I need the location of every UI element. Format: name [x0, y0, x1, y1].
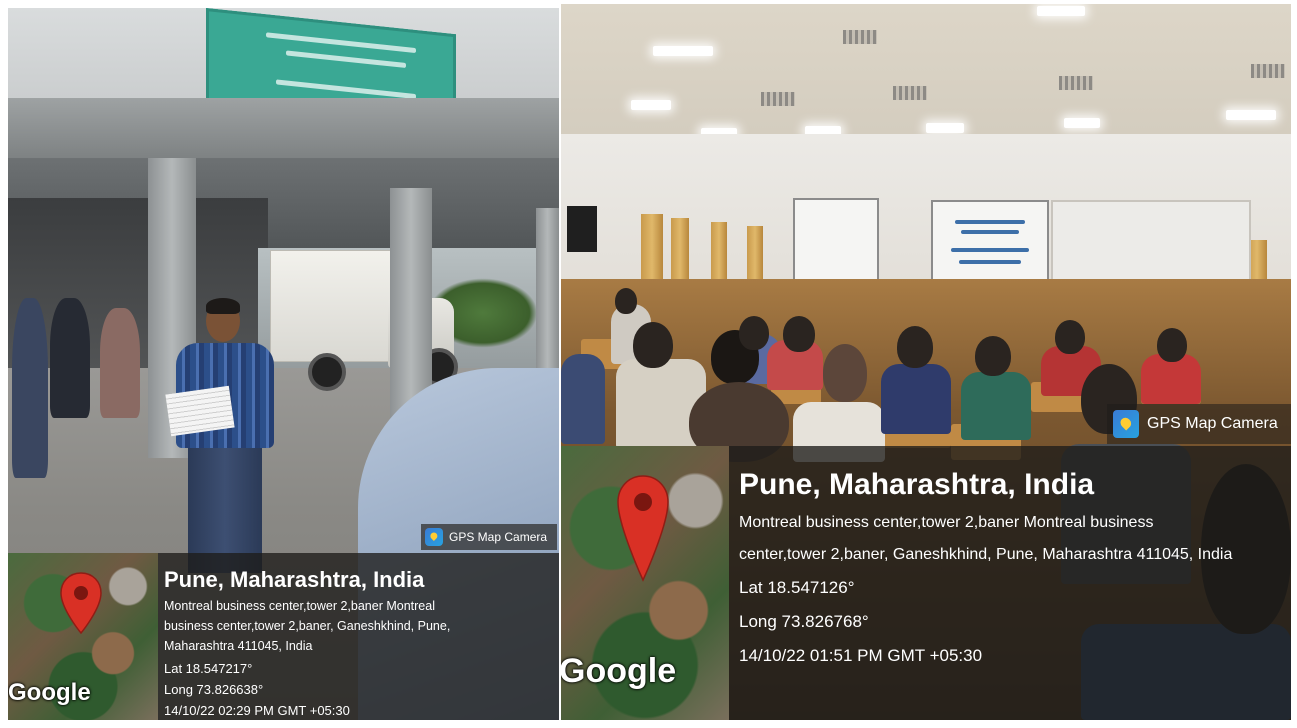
address-line-2: center,tower 2,baner, Ganeshkhind, Pune,…	[739, 546, 1233, 563]
ceiling-light	[653, 46, 713, 56]
ceiling-light	[1037, 6, 1085, 16]
pillar	[536, 208, 559, 368]
address-line-2: business center,tower 2,baner, Ganeshkhi…	[164, 619, 451, 633]
map-pin-icon	[617, 475, 669, 582]
google-map-logo: Google	[8, 679, 91, 706]
gps-map-camera-badge: GPS Map Camera	[1107, 404, 1291, 444]
ceiling-light	[1226, 110, 1276, 120]
delivery-truck	[270, 250, 402, 362]
attendee	[961, 372, 1031, 440]
person	[100, 308, 140, 418]
gps-info-card: Google Pune, Maharashtra, India Montreal…	[8, 553, 559, 720]
timestamp: 14/10/22 01:51 PM GMT +05:30	[739, 646, 983, 665]
longitude: Long 73.826768°	[739, 612, 869, 631]
attendee-head	[615, 288, 637, 314]
attendee-head	[1055, 320, 1085, 354]
attendee-head	[897, 326, 933, 368]
gps-map-camera-icon	[425, 528, 443, 546]
ceiling-light	[631, 100, 671, 110]
attendee-head	[783, 316, 815, 352]
right-photo: GPS Map Camera Google Pune, Maharashtra,…	[561, 4, 1291, 720]
left-photo: GPS Map Camera Google Pune, Maharashtra,…	[8, 8, 559, 720]
ceiling-light	[926, 123, 964, 133]
ceiling-vent	[761, 92, 795, 106]
person	[12, 298, 48, 478]
photo-collage: GPS Map Camera Google Pune, Maharashtra,…	[0, 0, 1297, 728]
timestamp: 14/10/22 02:29 PM GMT +05:30	[164, 703, 350, 718]
gps-map-camera-badge: GPS Map Camera	[421, 524, 557, 550]
ceiling-light	[1064, 118, 1100, 128]
gps-badge-label: GPS Map Camera	[1147, 415, 1278, 432]
man-hair	[206, 298, 240, 314]
attendee-head	[823, 344, 867, 402]
attendee	[561, 354, 605, 444]
gps-info-card: Google Pune, Maharashtra, India Montreal…	[561, 446, 1291, 720]
pillar	[390, 188, 432, 420]
attendee-head	[975, 336, 1011, 376]
ceiling-vent	[1059, 76, 1093, 90]
portico-beam	[8, 98, 559, 158]
attendee-head	[739, 316, 769, 350]
map-pin-icon	[60, 572, 102, 635]
address-line-3: Maharashtra 411045, India	[164, 639, 313, 653]
loudspeaker	[567, 206, 597, 252]
truck-wheel	[308, 353, 346, 391]
gps-map-camera-icon	[1113, 410, 1139, 438]
address-line-1: Montreal business center,tower 2,baner M…	[739, 514, 1154, 531]
latitude: Lat 18.547126°	[739, 578, 855, 597]
location-title: Pune, Maharashtra, India	[164, 567, 425, 592]
ceiling-vent	[1251, 64, 1285, 78]
address-line-1: Montreal business center,tower 2,baner M…	[164, 599, 435, 613]
location-title: Pune, Maharashtra, India	[739, 468, 1095, 501]
attendee	[881, 364, 951, 434]
gps-badge-label: GPS Map Camera	[449, 530, 548, 544]
attendee-head	[1157, 328, 1187, 362]
attendee-head	[633, 322, 673, 368]
latitude: Lat 18.547217°	[164, 661, 253, 676]
longitude: Long 73.826638°	[164, 682, 264, 697]
person	[50, 298, 90, 418]
stack-of-papers	[165, 385, 235, 437]
ceiling-vent	[843, 30, 877, 44]
ceiling-vent	[893, 86, 927, 100]
google-map-logo: Google	[561, 652, 677, 690]
